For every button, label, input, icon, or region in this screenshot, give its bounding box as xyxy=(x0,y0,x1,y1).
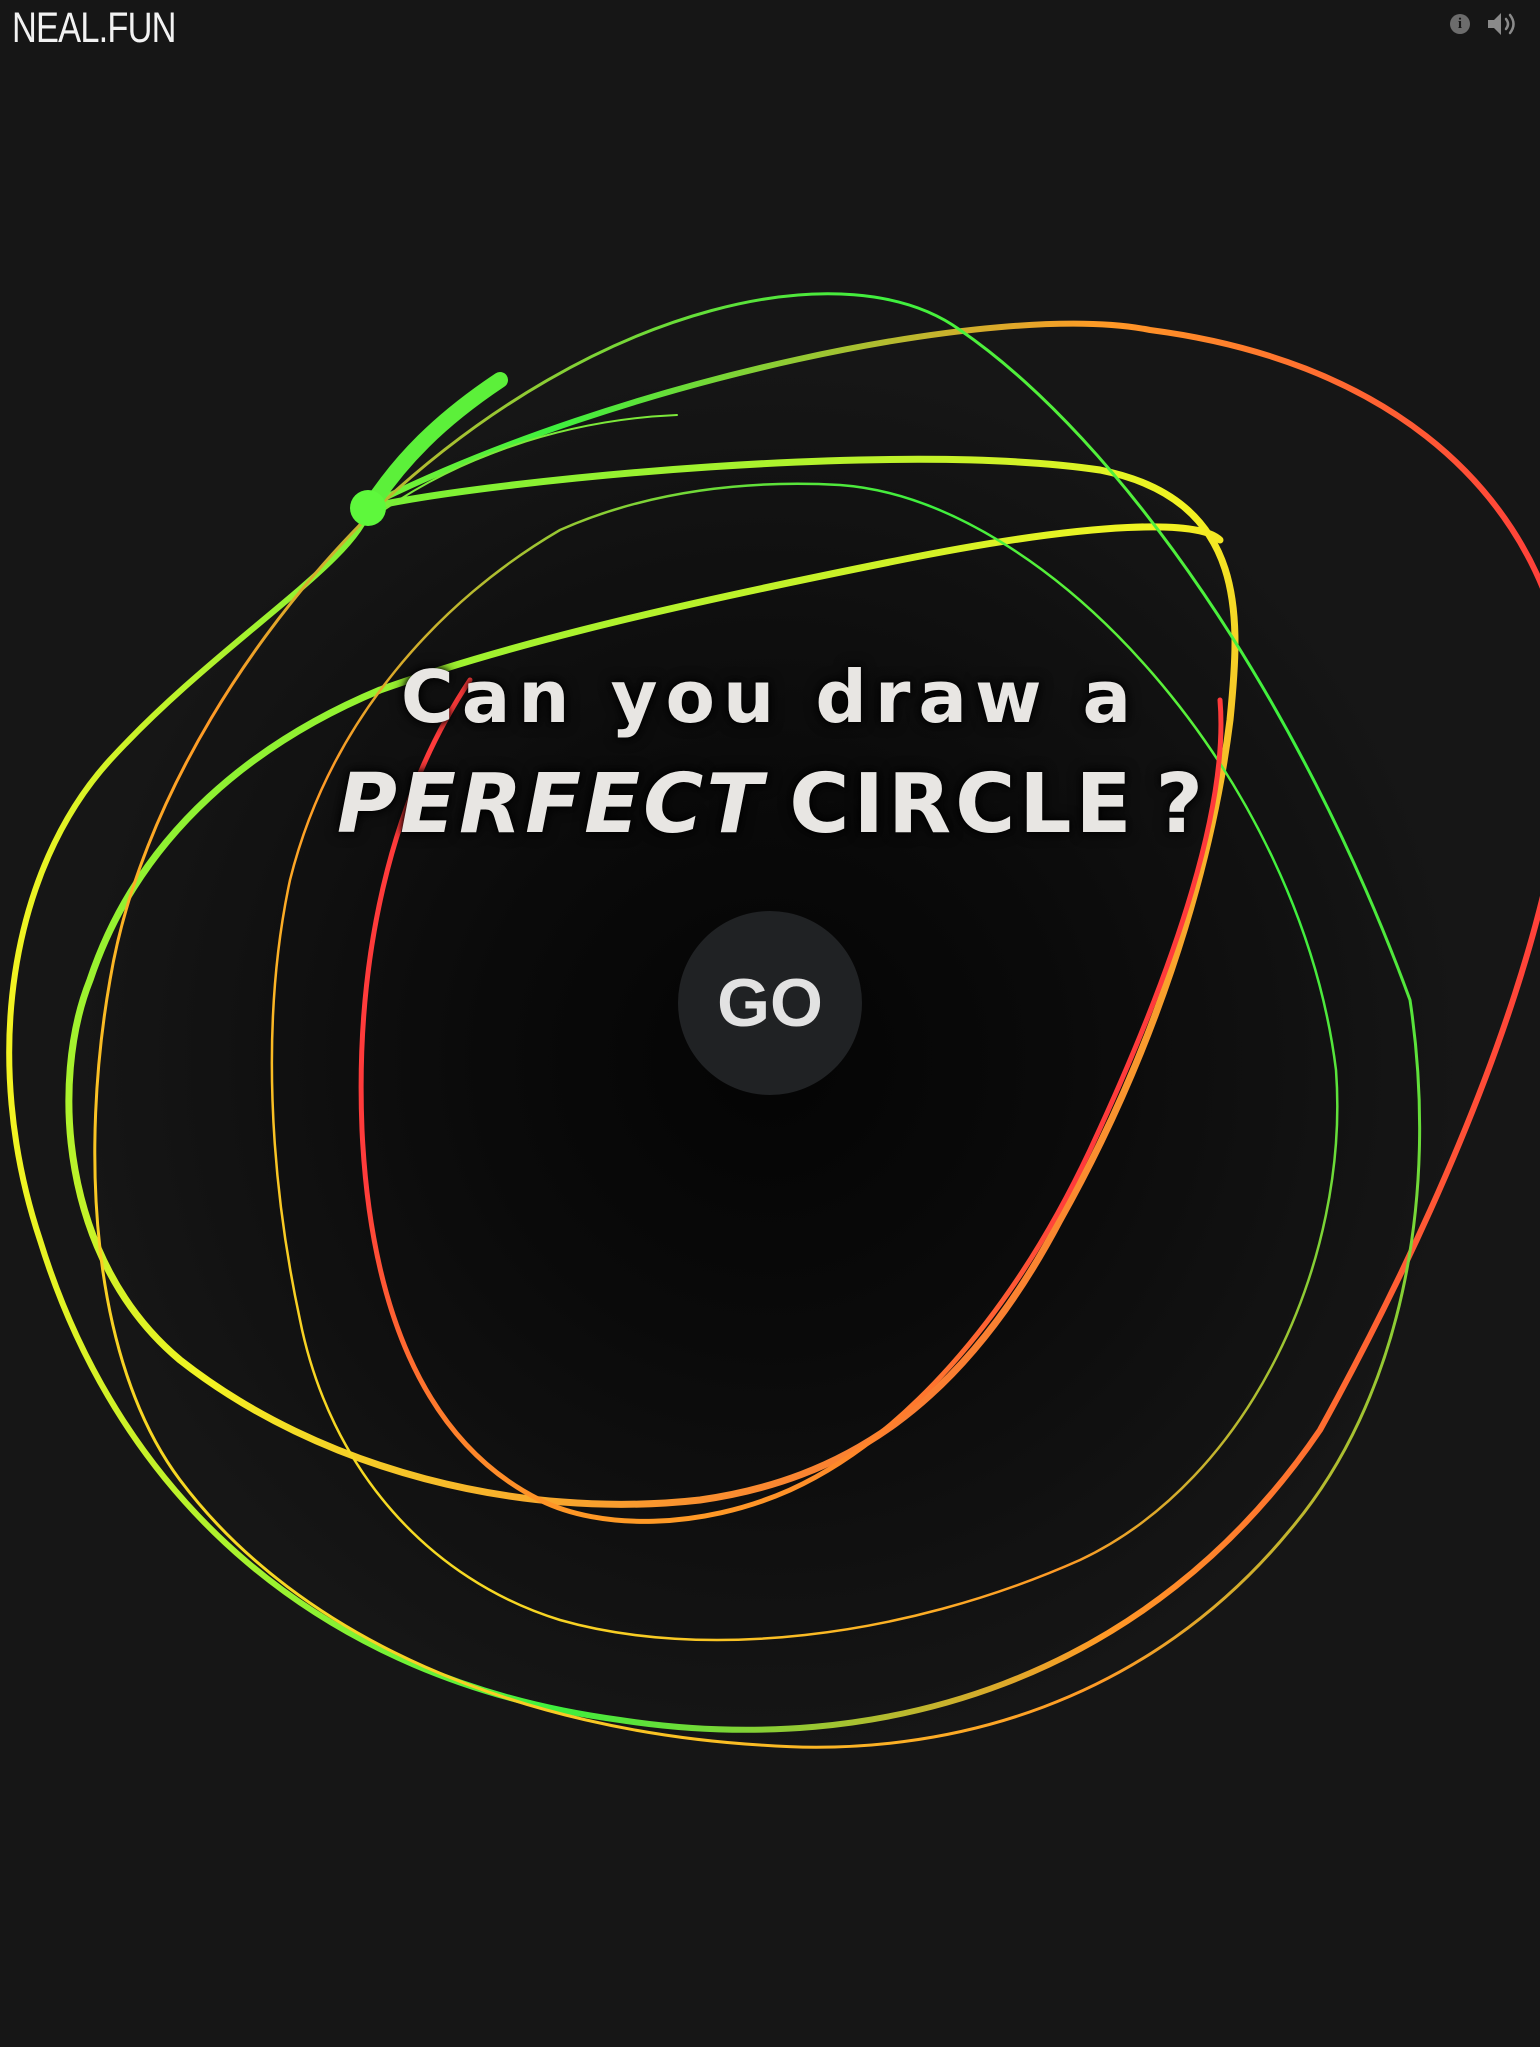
scribble-red-oval xyxy=(358,677,1224,1524)
info-icon[interactable]: i xyxy=(1450,14,1470,34)
scribble-inner-loop xyxy=(65,455,1239,1508)
go-button[interactable]: GO xyxy=(678,911,862,1095)
scribble-start-dot xyxy=(350,490,386,526)
neal-fun-logo[interactable]: NEAL.FUN xyxy=(12,4,177,53)
top-right-controls: i xyxy=(1450,10,1520,38)
speaker-volume-icon[interactable] xyxy=(1486,10,1520,38)
